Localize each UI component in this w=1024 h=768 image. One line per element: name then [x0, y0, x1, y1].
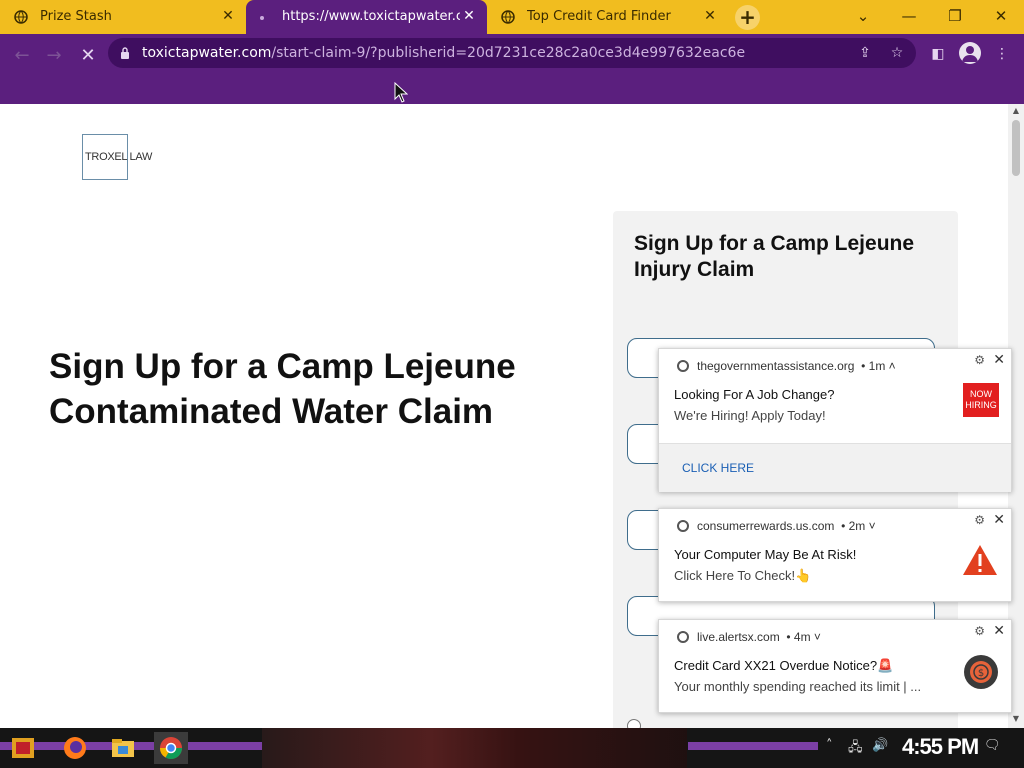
tab-title: https://www.toxictapwater.com [282, 9, 460, 24]
notification-title: Looking For A Job Change? [674, 387, 835, 402]
notification-body: Click Here To Check!👆 [674, 568, 812, 583]
url-path: /start-claim-9/?publisherid=20d7231ce28c… [271, 45, 746, 61]
network-icon[interactable]: 🖧 [848, 738, 863, 760]
restore-button[interactable]: ❐ [932, 3, 978, 29]
notification-actions: CLICK HERE [659, 443, 1011, 492]
new-tab-button[interactable]: + [735, 5, 760, 30]
source-domain: consumerrewards.us.com [697, 519, 835, 533]
notification-computer-risk[interactable]: consumerrewards.us.com • 2m ˅ ⚙ ✕ Your C… [658, 508, 1012, 602]
notification-body: We're Hiring! Apply Today! [674, 408, 826, 423]
notification-credit-card[interactable]: live.alertsx.com • 4m ˅ ⚙ ✕ Credit Card … [658, 619, 1012, 713]
scrollbar-thumb[interactable] [1012, 120, 1020, 176]
taskbar: ˄ 🖧 🔊 4:55 PM 🗨 [0, 728, 1024, 768]
gear-icon[interactable]: ⚙ [974, 513, 985, 527]
firefox-icon[interactable] [58, 732, 92, 764]
share-icon[interactable]: ⇪ [854, 42, 876, 64]
logo-text: TROXEL LAW [85, 151, 153, 163]
close-icon[interactable]: ✕ [993, 511, 1005, 528]
loading-icon [260, 16, 264, 20]
file-explorer-icon[interactable] [106, 732, 140, 764]
close-icon[interactable]: ✕ [993, 622, 1005, 639]
notification-source: live.alertsx.com • 4m ˅ [677, 630, 821, 644]
chrome-icon [677, 631, 689, 643]
troxel-law-logo[interactable]: TROXEL LAW [82, 134, 152, 180]
page-headline: Sign Up for a Camp Lejeune Contaminated … [49, 347, 516, 431]
notification-title: Your Computer May Be At Risk! [674, 547, 857, 562]
tab-title: Prize Stash [40, 9, 112, 24]
more-menu-icon[interactable]: ⋮ [990, 42, 1014, 66]
globe-icon [501, 10, 515, 24]
globe-icon [14, 10, 28, 24]
back-arrow-icon[interactable]: ← [8, 42, 36, 70]
notification-job-change[interactable]: thegovernmentassistance.org • 1m ˄ ⚙ ✕ L… [658, 348, 1012, 492]
scroll-up-arrow-icon[interactable]: ▲ [1008, 106, 1024, 115]
notification-source: consumerrewards.us.com • 2m ˅ [677, 519, 876, 533]
click-here-button[interactable]: CLICK HERE [682, 461, 754, 475]
svg-text:$: $ [978, 668, 984, 679]
money-icon: $ [964, 655, 998, 689]
source-domain: live.alertsx.com [697, 630, 780, 644]
side-panel-icon[interactable]: ◧ [926, 42, 950, 66]
form-title: Sign Up for a Camp Lejeune Injury Claim [634, 232, 915, 281]
tab-prize-stash[interactable]: Prize Stash ✕ [0, 0, 246, 34]
gear-icon[interactable]: ⚙ [974, 353, 985, 367]
tab-title: Top Credit Card Finder [527, 9, 671, 24]
notification-age: • 2m ˅ [841, 519, 876, 533]
url-text: toxictapwater.com/start-claim-9/?publish… [142, 45, 745, 61]
taskbar-wallpaper [262, 728, 687, 768]
tab-top-credit-card-finder[interactable]: Top Credit Card Finder ✕ [487, 0, 728, 34]
address-bar[interactable]: toxictapwater.com/start-claim-9/?publish… [108, 38, 916, 68]
close-window-button[interactable]: ✕ [978, 3, 1024, 29]
start-button[interactable] [6, 732, 40, 764]
stop-loading-icon[interactable]: ✕ [74, 42, 102, 70]
radio-button[interactable] [627, 719, 641, 728]
warning-icon [963, 545, 997, 575]
notification-age: • 4m ˅ [786, 630, 821, 644]
scroll-down-arrow-icon[interactable]: ▼ [1008, 714, 1024, 723]
tray-overflow-icon[interactable]: ˄ [826, 738, 833, 753]
browser-toolbar: ← → ✕ toxictapwater.com/start-claim-9/?p… [0, 34, 1024, 104]
url-host: toxictapwater.com [142, 45, 272, 61]
close-icon[interactable]: ✕ [459, 6, 479, 26]
close-icon[interactable]: ✕ [218, 6, 238, 26]
chrome-taskbar-icon[interactable] [154, 732, 188, 764]
source-domain: thegovernmentassistance.org [697, 359, 855, 373]
now-hiring-image: NOW HIRING [963, 383, 999, 417]
mouse-cursor-icon [394, 82, 408, 103]
person-icon [962, 46, 978, 62]
close-icon[interactable]: ✕ [993, 351, 1005, 368]
tab-search-chevron-icon[interactable]: ⌄ [840, 3, 886, 29]
taskbar-clock[interactable]: 4:55 PM [902, 734, 979, 760]
forward-arrow-icon[interactable]: → [40, 42, 68, 70]
notification-title: Credit Card XX21 Overdue Notice?🚨 [674, 658, 894, 673]
bookmark-star-icon[interactable]: ☆ [886, 42, 908, 64]
volume-icon[interactable]: 🔊 [872, 738, 888, 753]
lock-icon [121, 47, 129, 59]
notification-body: Your monthly spending reached its limit … [674, 679, 922, 694]
taskbar-decoration [688, 742, 818, 750]
chrome-icon [677, 520, 689, 532]
minimize-button[interactable]: — [886, 3, 932, 29]
notification-age: • 1m ˄ [861, 359, 896, 373]
notification-source: thegovernmentassistance.org • 1m ˄ [677, 359, 896, 373]
tab-strip: Prize Stash ✕ https://www.toxictapwater.… [0, 0, 1024, 34]
notification-center-icon[interactable]: 🗨 [984, 738, 1001, 753]
gear-icon[interactable]: ⚙ [974, 624, 985, 638]
profile-avatar[interactable] [959, 42, 981, 64]
close-icon[interactable]: ✕ [700, 6, 720, 26]
chrome-icon [677, 360, 689, 372]
tab-toxictapwater[interactable]: https://www.toxictapwater.com ✕ [246, 0, 487, 34]
